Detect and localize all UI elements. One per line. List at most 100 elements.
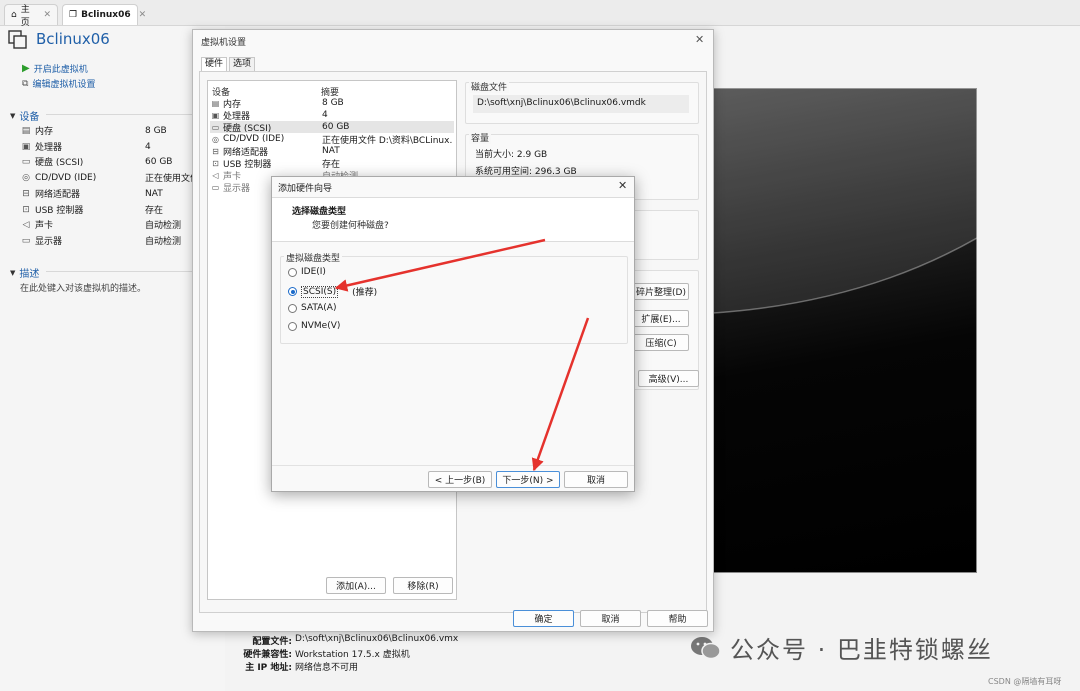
radio-selected-icon xyxy=(288,287,297,296)
device-row-cpu[interactable]: ▣ 处理器 4 xyxy=(20,139,220,154)
radio-ide[interactable]: IDE(I) xyxy=(288,267,326,277)
disk-icon: ▭ xyxy=(211,122,220,132)
device-row-sound[interactable]: ◁ 声卡 自动检测 xyxy=(20,217,220,232)
close-icon[interactable]: ✕ xyxy=(695,33,704,46)
device-name: 硬盘 (SCSI) xyxy=(35,158,84,168)
play-icon: ▶ xyxy=(22,63,30,74)
remove-hardware-button[interactable]: 移除(R) xyxy=(393,577,453,594)
network-icon: ⊟ xyxy=(22,188,30,199)
detail-config-file: 配置文件: D:\soft\xnj\Bclinux06\Bclinux06.vmx xyxy=(236,634,536,647)
radio-nvme[interactable]: NVMe(V) xyxy=(288,321,340,331)
back-button[interactable]: < 上一步(B) xyxy=(428,471,492,488)
device-value: 8 GB xyxy=(145,125,167,136)
devices-section-header[interactable]: ▼ 设备 xyxy=(10,108,226,123)
cpu-icon: ▣ xyxy=(21,141,31,152)
tab-hardware[interactable]: 硬件 xyxy=(201,57,228,71)
hw-value: 正在使用文件 D:\资料\BCLinux... xyxy=(322,135,452,146)
device-row-usb[interactable]: ⊡ USB 控制器 存在 xyxy=(20,202,220,217)
help-button[interactable]: 帮助 xyxy=(647,610,708,627)
settings-title: 虚拟机设置 xyxy=(201,38,247,48)
detail-compat: 硬件兼容性: Workstation 17.5.x 虚拟机 xyxy=(236,647,536,660)
hw-row-usb[interactable]: ⊡ USB 控制器 存在 xyxy=(210,157,454,170)
watermark: 公众号 · 巴韭特锁螺丝 xyxy=(690,630,993,665)
close-icon[interactable]: ✕ xyxy=(139,10,147,20)
device-row-memory[interactable]: ▤ 内存 8 GB xyxy=(20,123,220,138)
radio-scsi[interactable]: SCSI(S) (推荐) xyxy=(288,285,377,298)
hw-row-network[interactable]: ⊟ 网络适配器 NAT xyxy=(210,145,454,158)
add-hardware-button[interactable]: 添加(A)... xyxy=(326,577,386,594)
radio-label: IDE(I) xyxy=(301,267,326,277)
disk-file-path[interactable]: D:\soft\xnj\Bclinux06\Bclinux06.vmdk xyxy=(473,95,689,113)
radio-sata[interactable]: SATA(A) xyxy=(288,303,336,313)
power-on-link[interactable]: ▶ 开启此虚拟机 xyxy=(22,62,88,75)
radio-label: SATA(A) xyxy=(301,303,337,313)
monitor-icon: ▭ xyxy=(21,235,31,246)
compact-button[interactable]: 压缩(C) xyxy=(633,334,689,351)
tab-options[interactable]: 选项 xyxy=(229,57,256,71)
capacity-label: 容量 xyxy=(469,131,492,144)
device-value: NAT xyxy=(145,188,163,199)
wechat-icon xyxy=(691,636,721,659)
hw-value: 60 GB xyxy=(322,122,350,132)
tab-label: Bclinux06 xyxy=(81,10,131,20)
hw-row-cpu[interactable]: ▣ 处理器 4 xyxy=(210,109,454,122)
hw-name: CD/DVD (IDE) xyxy=(223,134,285,144)
tab-label: 主页 xyxy=(20,5,30,28)
defragment-button[interactable]: 碎片整理(D) xyxy=(633,283,689,300)
expand-button[interactable]: 扩展(E)... xyxy=(633,310,689,327)
hw-row-disk[interactable]: ▭ 硬盘 (SCSI) 60 GB xyxy=(210,121,454,134)
radio-icon xyxy=(288,321,297,331)
cpu-icon: ▣ xyxy=(211,110,220,120)
usb-icon: ⊡ xyxy=(212,158,219,168)
device-row-display[interactable]: ▭ 显示器 自动检测 xyxy=(20,233,220,248)
device-row-disk[interactable]: ▭ 硬盘 (SCSI) 60 GB xyxy=(20,154,220,169)
device-name: 处理器 xyxy=(35,143,63,153)
tab-strip: ⌂ 主页 ✕ ❐ Bclinux06 ✕ xyxy=(0,0,1080,28)
device-name: 内存 xyxy=(35,127,54,137)
settings-titlebar[interactable] xyxy=(193,30,713,50)
wizard-cancel-button[interactable]: 取消 xyxy=(564,471,628,488)
edit-settings-link[interactable]: ⧉ 编辑虚拟机设置 xyxy=(22,77,95,91)
description-section-header[interactable]: ▼ 描述 xyxy=(10,265,226,280)
section-title: 设备 xyxy=(19,112,40,123)
device-name: 声卡 xyxy=(35,221,54,231)
vm-icon xyxy=(8,30,27,49)
hw-value: 4 xyxy=(322,110,328,120)
hw-row-memory[interactable]: ▤ 内存 8 GB xyxy=(210,97,454,110)
device-value: 自动检测 xyxy=(145,221,182,231)
detail-key: 主 IP 地址: xyxy=(245,663,292,673)
description-placeholder[interactable]: 在此处键入对该虚拟机的描述。 xyxy=(20,281,146,294)
chevron-down-icon: ▼ xyxy=(10,268,16,277)
speaker-icon: ◁ xyxy=(212,170,219,180)
tab-home[interactable]: ⌂ 主页 ✕ xyxy=(4,4,58,28)
close-icon[interactable]: ✕ xyxy=(618,179,627,192)
device-row-cdrom[interactable]: ◎ CD/DVD (IDE) 正在使用文件 xyxy=(20,170,220,185)
radio-label: NVMe(V) xyxy=(301,321,341,331)
monitor-icon: ▭ xyxy=(211,182,220,192)
detail-value: D:\soft\xnj\Bclinux06\Bclinux06.vmx xyxy=(295,634,459,644)
disk-file-label: 磁盘文件 xyxy=(469,80,510,93)
recommended-note: (推荐) xyxy=(352,288,378,298)
advanced-button[interactable]: 高级(V)... xyxy=(638,370,699,387)
vm-title: Bclinux06 xyxy=(36,30,110,48)
network-icon: ⊟ xyxy=(212,146,219,156)
wizard-title: 添加硬件向导 xyxy=(278,184,333,194)
device-value: 4 xyxy=(145,141,151,152)
radio-label: SCSI(S) xyxy=(301,285,339,298)
section-title: 描述 xyxy=(19,269,40,280)
memory-icon: ▤ xyxy=(21,125,31,136)
usb-icon: ⊡ xyxy=(22,204,30,215)
close-icon[interactable]: ✕ xyxy=(43,10,51,20)
wizard-header: 选择磁盘类型 您要创建何种磁盘? xyxy=(272,197,634,242)
credit-text: CSDN @隔墙有耳呀 xyxy=(988,677,1062,686)
hw-row-cdrom[interactable]: ◎ CD/DVD (IDE) 正在使用文件 D:\资料\BCLinux... xyxy=(210,133,454,146)
device-row-network[interactable]: ⊟ 网络适配器 NAT xyxy=(20,186,220,201)
detail-key: 配置文件: xyxy=(252,637,292,647)
wizard-heading: 选择磁盘类型 xyxy=(292,207,347,217)
next-button[interactable]: 下一步(N) > xyxy=(496,471,560,488)
device-value: 正在使用文件 xyxy=(145,174,193,184)
tab-bclinux06[interactable]: ❐ Bclinux06 ✕ xyxy=(62,4,146,25)
cancel-button[interactable]: 取消 xyxy=(580,610,641,627)
vm-icon: ❐ xyxy=(69,10,78,20)
ok-button[interactable]: 确定 xyxy=(513,610,574,627)
